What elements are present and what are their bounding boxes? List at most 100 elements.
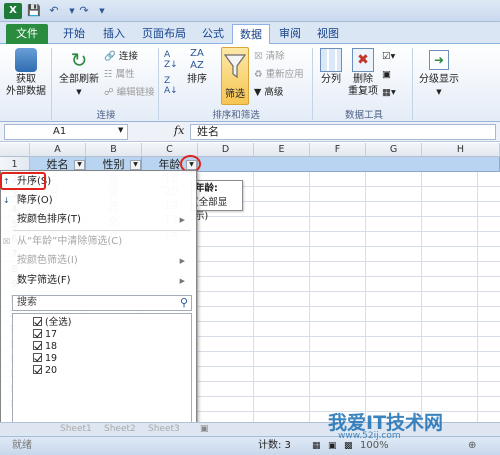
consolidate-icon[interactable]: ▣ bbox=[382, 68, 391, 81]
ribbon-separator bbox=[412, 48, 413, 120]
edit-links-button[interactable]: ☍ 编辑链接 bbox=[104, 86, 155, 99]
tab-data[interactable]: 数据 bbox=[232, 24, 270, 44]
tooltip-text: (全部显示) bbox=[195, 197, 228, 222]
sheet-tab[interactable]: Sheet2 bbox=[104, 423, 136, 436]
value-checkbox-19[interactable]: 19 bbox=[33, 353, 57, 365]
advanced-filter-icon: ▼ bbox=[254, 87, 262, 98]
ribbon-separator bbox=[312, 48, 313, 120]
column-header-f[interactable]: F bbox=[310, 143, 366, 157]
remove-duplicates-label: 删除 重复项 bbox=[348, 74, 378, 97]
tooltip-title: 年龄: bbox=[195, 183, 218, 194]
advanced-filter-button[interactable]: ▼ 高级 bbox=[254, 86, 283, 99]
column-header-g[interactable]: G bbox=[366, 143, 422, 157]
remove-duplicates-button[interactable]: ✖ 删除 重复项 bbox=[348, 48, 378, 98]
filter-by-color-item[interactable]: 按颜色筛选(I) ▶ bbox=[17, 254, 192, 267]
column-header-d[interactable]: D bbox=[198, 143, 254, 157]
filter-dropdown-arrow-a-icon[interactable]: ▼ bbox=[74, 160, 85, 170]
text-to-columns-label: 分列 bbox=[321, 74, 341, 85]
sheet-tab[interactable]: Sheet1 bbox=[60, 423, 92, 436]
column-header-h[interactable]: H bbox=[422, 143, 500, 157]
ribbon-separator bbox=[158, 48, 159, 120]
value-label: 20 bbox=[45, 365, 58, 376]
tab-view[interactable]: 视图 bbox=[310, 24, 346, 44]
tab-review[interactable]: 审阅 bbox=[272, 24, 308, 44]
sort-button[interactable]: ZA AZ 排序 bbox=[182, 48, 212, 86]
view-normal-icon[interactable]: ▦ bbox=[312, 437, 321, 455]
value-label: 17 bbox=[45, 329, 58, 340]
funnel-icon bbox=[223, 54, 247, 79]
redo-icon[interactable]: ↷ bbox=[76, 3, 92, 19]
view-page-layout-icon[interactable]: ▣ bbox=[328, 437, 337, 455]
annotation-box bbox=[0, 172, 46, 190]
ribbon-separator bbox=[51, 48, 52, 120]
properties-icon: ☷ bbox=[104, 69, 113, 80]
sort-by-color-item[interactable]: 按颜色排序(T) ▶ bbox=[17, 213, 192, 226]
properties-label: 属性 bbox=[115, 69, 135, 80]
outline-label: 分级显示 bbox=[419, 74, 459, 85]
get-external-data-label: 获取 外部数据 bbox=[6, 74, 46, 97]
select-all-label: (全选) bbox=[45, 317, 72, 328]
sort-descending-item[interactable]: ↓ 降序(O) bbox=[3, 194, 53, 207]
search-icon: ⚲ bbox=[179, 296, 188, 309]
refresh-icon: ↻ bbox=[70, 48, 88, 72]
insert-function-icon[interactable]: fx bbox=[174, 124, 184, 137]
insert-sheet-icon[interactable]: ▣ bbox=[200, 423, 209, 436]
connections-button[interactable]: 🔗 连接 bbox=[104, 50, 138, 63]
zoom-in-icon[interactable]: ⊕ bbox=[468, 437, 476, 455]
filter-values-list[interactable]: (全选) 17 18 19 20 bbox=[12, 313, 192, 431]
tab-page-layout[interactable]: 页面布局 bbox=[136, 24, 192, 44]
tab-formulas[interactable]: 公式 bbox=[196, 24, 230, 44]
ribbon-tabs: 文件 开始 插入 页面布局 公式 数据 审阅 视图 bbox=[0, 22, 500, 44]
checkbox-checked-icon bbox=[33, 341, 42, 350]
column-header-b[interactable]: B bbox=[86, 143, 142, 157]
column-header-a[interactable]: A bbox=[30, 143, 86, 157]
undo-icon[interactable]: ↶ bbox=[46, 3, 62, 19]
sort-a-z-button[interactable]: A Z↓ bbox=[164, 50, 178, 70]
save-icon[interactable]: 💾 bbox=[26, 3, 42, 19]
sort-descending-label: 降序(O) bbox=[17, 195, 53, 206]
data-validation-icon[interactable]: ☑▾ bbox=[382, 50, 395, 63]
group-label-connections: 连接 bbox=[96, 110, 116, 121]
customize-toolbar-icon[interactable]: ▼ bbox=[94, 3, 110, 19]
what-if-analysis-icon[interactable]: ▦▾ bbox=[382, 86, 396, 99]
filter-label: 筛选 bbox=[225, 89, 245, 100]
value-checkbox-20[interactable]: 20 bbox=[33, 365, 57, 377]
number-filters-item[interactable]: 数字筛选(F) ▶ bbox=[17, 274, 192, 287]
checkbox-checked-icon bbox=[33, 317, 42, 326]
get-external-data-button[interactable]: 获取 外部数据 bbox=[4, 48, 48, 98]
name-box-dropdown-icon[interactable]: ▼ bbox=[118, 126, 123, 134]
title-bar: X 💾 ↶ ▼ ↷ ▼ bbox=[0, 0, 500, 22]
select-all-corner[interactable] bbox=[0, 143, 30, 157]
submenu-arrow-icon: ▶ bbox=[179, 216, 185, 224]
sort-label: 排序 bbox=[187, 74, 207, 85]
select-all-checkbox[interactable]: (全选) bbox=[33, 317, 71, 329]
sort-icon: ZA AZ bbox=[190, 48, 204, 71]
tab-file[interactable]: 文件 bbox=[6, 24, 48, 44]
formula-input[interactable]: 姓名 bbox=[190, 124, 496, 140]
filter-button[interactable]: 筛选 bbox=[221, 47, 249, 105]
filter-search-input[interactable]: 搜索 ⚲ bbox=[12, 295, 192, 311]
outline-button[interactable]: ➜ 分级显示 ▼ bbox=[414, 48, 464, 98]
sort-z-a-button[interactable]: Z A↓ bbox=[164, 76, 178, 96]
properties-button[interactable]: ☷ 属性 bbox=[104, 68, 135, 81]
header-row-fill bbox=[198, 157, 500, 172]
refresh-all-button[interactable]: ↻ 全部刷新 ▼ bbox=[56, 48, 102, 98]
column-header-e[interactable]: E bbox=[254, 143, 310, 157]
tab-insert[interactable]: 插入 bbox=[96, 24, 132, 44]
name-box[interactable]: A1 bbox=[4, 124, 128, 140]
text-to-columns-icon bbox=[320, 48, 342, 72]
tab-home[interactable]: 开始 bbox=[56, 24, 92, 44]
reapply-button[interactable]: ♻ 重新应用 bbox=[254, 68, 304, 81]
clear-filter-item[interactable]: ☒ 从“年龄”中清除筛选(C) bbox=[3, 235, 122, 248]
clear-filter-button[interactable]: ☒ 清除 bbox=[254, 50, 285, 63]
remove-duplicates-icon: ✖ bbox=[352, 48, 374, 72]
text-to-columns-button[interactable]: 分列 bbox=[316, 48, 346, 86]
filter-dropdown-arrow-b-icon[interactable]: ▼ bbox=[130, 160, 141, 170]
value-checkbox-17[interactable]: 17 bbox=[33, 329, 57, 341]
database-icon bbox=[15, 48, 37, 72]
value-label: 19 bbox=[45, 353, 58, 364]
sort-descending-icon: ↓ bbox=[3, 196, 10, 205]
value-checkbox-18[interactable]: 18 bbox=[33, 341, 57, 353]
status-mode: 就绪 bbox=[12, 440, 32, 451]
sheet-tab[interactable]: Sheet3 bbox=[148, 423, 180, 436]
